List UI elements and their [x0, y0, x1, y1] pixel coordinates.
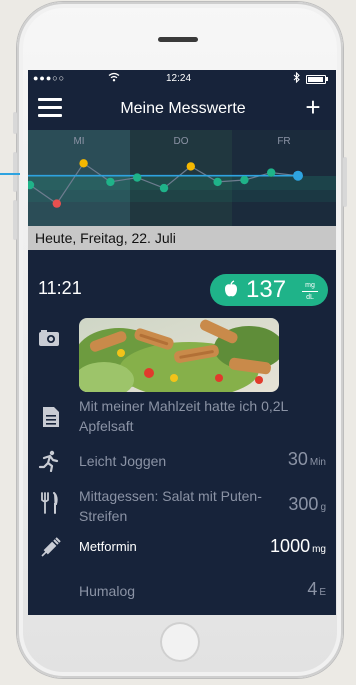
- battery-icon: [306, 75, 326, 84]
- chart-day-label: FR: [277, 136, 290, 147]
- meal-number: 300: [288, 494, 319, 514]
- cutlery-icon: [41, 492, 58, 514]
- med2-value: 4E: [307, 579, 326, 600]
- glucose-unit: mg dL: [302, 281, 318, 302]
- signal-indicator: ●●●○○: [33, 73, 66, 83]
- chart-day-label: MI: [73, 136, 84, 147]
- chart-point[interactable]: [106, 177, 115, 187]
- power-button: [343, 157, 347, 207]
- activity-label: Leicht Joggen: [79, 453, 167, 469]
- meal-unit: g: [320, 502, 326, 513]
- note-icon: [43, 407, 59, 427]
- chart-point[interactable]: [52, 199, 61, 208]
- date-header: Heute, Freitag, 22. Juli: [28, 226, 336, 250]
- mute-switch: [13, 112, 17, 134]
- battery-tip: [326, 77, 328, 81]
- status-bar: ●●●○○ 12:24: [28, 70, 336, 88]
- chart-day-label: DO: [174, 136, 189, 147]
- med2-label: Humalog: [79, 583, 136, 599]
- meal-value: 300 g: [288, 494, 326, 515]
- meal-photo[interactable]: [79, 318, 279, 392]
- speaker-grille: [158, 37, 198, 42]
- status-time: 12:24: [166, 73, 192, 84]
- med2-number: 4: [307, 579, 318, 599]
- note-text: Mit meiner Mahlzeit hatte ich 0,2L Apfel…: [79, 398, 288, 434]
- volume-up-button: [13, 152, 17, 192]
- nav-bar: Meine Messwerte +: [28, 92, 336, 128]
- app-screen: ●●●○○ 12:24 Meine Messwerte + MI DO FR Heu…: [28, 70, 336, 615]
- med2-unit: E: [319, 587, 326, 598]
- page-title: Meine Messwerte: [120, 100, 246, 117]
- chart-point[interactable]: [293, 170, 303, 181]
- syringe-icon: [41, 537, 61, 557]
- med1-number: 1000: [270, 536, 311, 556]
- home-button: [160, 622, 200, 662]
- activity-unit: Min: [309, 457, 326, 468]
- activity-value: 30 Min: [288, 449, 326, 470]
- glucose-value-pill[interactable]: 137 mg dL: [210, 274, 328, 306]
- chart-point[interactable]: [159, 183, 169, 193]
- glucose-value: 137: [246, 276, 287, 303]
- hamburger-icon[interactable]: [38, 98, 62, 118]
- wifi-icon: [108, 72, 120, 85]
- volume-down-button: [13, 200, 17, 240]
- apple-icon: [225, 280, 237, 297]
- chart-point[interactable]: [133, 173, 142, 182]
- camera-icon: [39, 330, 59, 346]
- chart-point[interactable]: [213, 177, 222, 187]
- entry-time: 11:21: [38, 278, 82, 298]
- meal-label: Mittagessen: Salat mit Puten-Streifen: [79, 488, 262, 524]
- chart-point[interactable]: [267, 168, 276, 177]
- glucose-trend-chart[interactable]: MI DO FR: [28, 130, 336, 226]
- glucose-unit-top: mg: [305, 282, 315, 289]
- chart-target-range: [28, 190, 336, 202]
- bluetooth-icon: [293, 71, 301, 86]
- plus-icon[interactable]: +: [298, 92, 328, 122]
- chart-point[interactable]: [79, 159, 88, 168]
- selection-line-left: [0, 173, 20, 175]
- chart-point[interactable]: [186, 162, 195, 171]
- med1-unit: mg: [312, 544, 326, 555]
- med1-value: 1000 mg: [270, 536, 326, 557]
- med1-label: Metformin: [79, 539, 137, 554]
- chart-point[interactable]: [240, 175, 249, 185]
- activity-number: 30: [287, 449, 308, 469]
- runner-icon: [38, 450, 59, 472]
- glucose-unit-bottom: dL: [306, 294, 314, 301]
